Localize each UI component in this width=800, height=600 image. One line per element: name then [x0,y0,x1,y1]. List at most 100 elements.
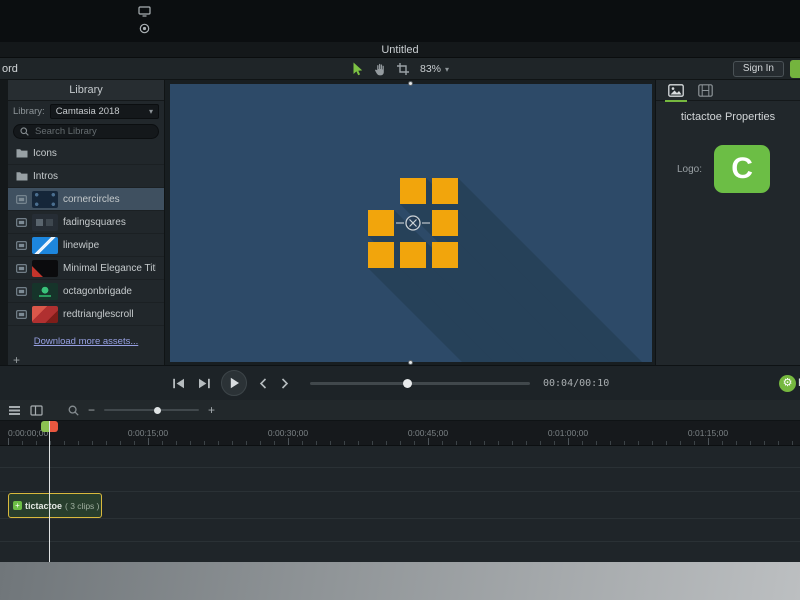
search-input[interactable] [33,125,152,138]
logo-swatch[interactable]: C [714,145,771,193]
edit-cursor-icon[interactable] [352,62,363,76]
library-header-label: Library [69,84,103,96]
library-select-row: Library: Camtasia 2018 ▾ [8,101,164,122]
ruler-label: 0:00:45;00 [407,428,449,438]
tab-media[interactable] [698,83,713,97]
library-label: Library: [13,106,45,117]
previous-clip-button[interactable] [258,378,268,389]
record-button[interactable]: ord [2,58,18,80]
resize-handle-top[interactable] [408,81,413,86]
app-window: Untitled ord 83% ▾ Sign In Library Libra… [0,0,800,600]
track-divider [0,491,800,492]
thumbnail [32,259,58,277]
zoom-slider[interactable] [104,406,200,414]
timeline-ruler[interactable]: 0:00:00;00 0:00:15;00 0:00:30;00 0:00:45;00… [0,421,800,446]
left-rail [0,80,8,365]
library-item-octagonbrigade[interactable]: octagonbrigade [8,280,164,303]
play-button[interactable] [221,370,247,396]
main-area: Library Library: Camtasia 2018 ▾ Icons In… [0,80,800,366]
folder-icon [16,171,28,181]
search-box[interactable] [13,124,159,139]
logo-square[interactable] [432,210,458,236]
properties-title: tictactoe Properties [680,111,776,123]
thumbnail [32,236,58,254]
playhead-line[interactable] [49,421,50,562]
playhead-in-handle[interactable] [41,421,49,432]
logo-row: Logo: C [656,145,800,193]
logo-square[interactable] [400,242,426,268]
stage[interactable] [170,81,652,365]
item-name: octagonbrigade [63,285,132,297]
folder-name: Icons [33,147,57,159]
media-icon [16,263,27,273]
logo-square[interactable] [368,242,394,268]
total-time: 00:10 [579,378,610,389]
track-divider [0,467,800,468]
step-forward-button[interactable] [198,378,211,389]
display-icon[interactable] [138,6,151,17]
library-item-fadingsquares[interactable]: fadingsquares [8,211,164,234]
item-name: cornercircles [63,193,120,205]
media-icon [16,309,27,319]
scrub-handle[interactable] [403,379,412,388]
properties-panel: tictactoe Properties Logo: C [655,80,800,365]
properties-gear-button[interactable]: ⚙ [779,375,796,392]
library-item-cornercircles[interactable]: cornercircles [8,188,164,211]
ruler-label: 0:00:30;00 [267,428,309,438]
zoom-slider-handle[interactable] [154,406,162,414]
library-select[interactable]: Camtasia 2018 ▾ [49,104,159,119]
track-divider [0,541,800,542]
logo-square[interactable] [432,242,458,268]
title-bar[interactable]: Untitled [0,42,800,58]
logo-square[interactable] [368,210,394,236]
download-assets-link[interactable]: Download more assets... [8,336,164,351]
library-folder-intros[interactable]: Intros [8,165,164,188]
item-name: redtrianglescroll [63,308,134,320]
library-header: Library [8,80,164,101]
zoom-level-dropdown[interactable]: 83% ▾ [420,63,449,75]
thumbnail [32,305,58,323]
canvas-tools: 83% ▾ [352,58,449,80]
library-item-minimal-elegance-title-1[interactable]: Minimal Elegance Title 1 [8,257,164,280]
scrub-slider[interactable] [310,379,530,388]
chevron-down-icon: ▾ [148,107,153,116]
time-display: 00:04/00:10 [543,378,609,389]
current-time: 00:04 [543,378,574,389]
search-icon [20,127,29,136]
share-button[interactable] [790,60,800,78]
next-clip-button[interactable] [280,378,290,389]
canvas-area [165,80,655,365]
clip-name: tictactoe [25,500,63,511]
tracks-icon[interactable] [8,405,21,416]
ruler-label: 0:01:15;00 [687,428,729,438]
library-item-linewipe[interactable]: linewipe [8,234,164,257]
library-folder-icons[interactable]: Icons [8,142,164,165]
timeline-clip-tictactoe[interactable]: + tictactoe ( 3 clips ) [8,493,102,518]
ruler-label: 0:01:00;00 [547,428,589,438]
library-item-redtrianglescroll[interactable]: redtrianglescroll [8,303,164,326]
media-icon [16,217,27,227]
tab-visual-properties[interactable] [665,83,687,102]
gear-icon: ⚙ [782,377,793,389]
library-list: Icons Intros cornercircles fadingsquares lin… [8,142,164,336]
sign-in-button[interactable]: Sign In [732,61,784,77]
item-name: Minimal Elegance Title 1 [63,262,156,274]
playhead-out-handle[interactable] [50,421,58,432]
panel-layout-icon[interactable] [30,404,43,416]
zoom-in-button[interactable]: + [208,404,215,416]
crop-icon[interactable] [397,63,409,75]
record-dot-icon[interactable] [139,23,150,34]
logo-square[interactable] [400,178,426,204]
step-back-button[interactable] [172,378,185,389]
play-icon [230,377,239,389]
timeline-toolbar: − + [0,400,800,421]
zoom-out-button[interactable]: − [88,404,95,416]
pan-hand-icon[interactable] [374,63,386,76]
logo-label: Logo: [677,163,703,175]
media-icon [16,286,27,296]
logo-square[interactable] [432,178,458,204]
library-footer: + [8,351,164,366]
timeline-tracks[interactable]: + tictactoe ( 3 clips ) [0,446,800,562]
zoom-level-value: 83% [420,63,442,75]
folder-icon [16,148,28,158]
